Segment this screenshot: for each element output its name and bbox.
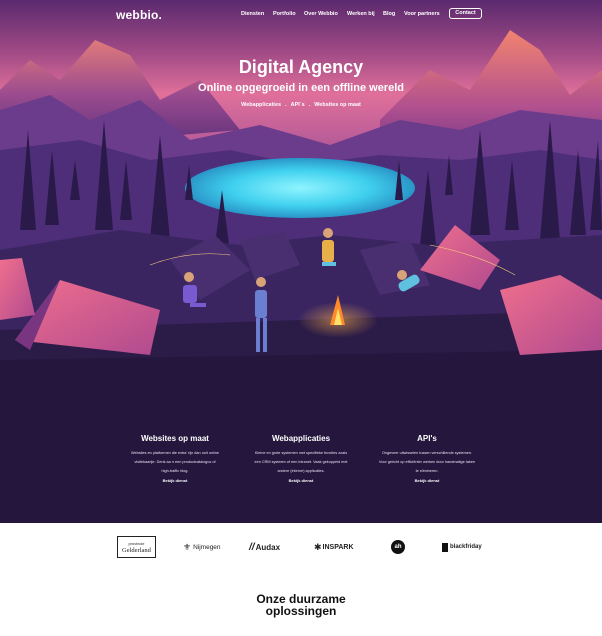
service-text-line: Kleine en grote systemen met specifieke … <box>254 451 348 455</box>
client-logo-inspark: ✱ INSPARK <box>314 536 354 558</box>
service-link[interactable]: Bekijk dienst <box>367 478 487 483</box>
hero-title: Digital Agency <box>238 57 364 77</box>
nav-item-portfolio[interactable]: Portfolio <box>273 11 296 17</box>
service-title: Websites op maat <box>141 434 209 443</box>
service-apis: API's Ongeveer uitwisselen tussen versch… <box>367 434 487 483</box>
hero-subtitle: Online opgegroeid in een offline wereld <box>198 82 404 94</box>
client-logo-text: INSPARK <box>322 543 354 551</box>
service-text-line: te elimineren. <box>415 469 439 473</box>
service-title: Webapplicaties <box>271 434 331 443</box>
service-text-line: Ongeveer uitwisselen tussen verschillend… <box>381 451 473 455</box>
bag-icon <box>442 542 448 552</box>
client-logo-blackfriday: blackfriday <box>442 536 482 558</box>
section-title: Onze duurzame oplossingen <box>0 593 602 617</box>
service-text-line: visitekaartje. Denk aa n een productcata… <box>134 460 216 464</box>
nav-item-diensten[interactable]: Diensten <box>241 11 264 17</box>
nav-item-over-webbio[interactable]: Over Webbio <box>304 11 338 17</box>
section-title-line: oplossingen <box>265 604 337 618</box>
service-text-line: high-traffic blog. <box>161 469 189 473</box>
service-text-line: andere (interne) applicaties. <box>277 469 325 473</box>
client-logo-text: Audax <box>255 542 281 552</box>
client-logo-ah: ah <box>391 536 405 558</box>
hero-link-webapplicaties[interactable]: Webapplicaties <box>241 102 281 108</box>
client-logo-gelderland: provincie Gelderland <box>117 536 156 558</box>
client-logo-text: blackfriday <box>450 544 482 550</box>
client-logo-text: Gelderland <box>122 547 151 554</box>
hero-link-separator: . <box>285 102 287 108</box>
service-link[interactable]: Bekijk dienst <box>115 478 235 483</box>
service-title: API's <box>417 434 437 443</box>
client-logo-text: Nijmegen <box>193 543 221 551</box>
crest-icon: ⚜ <box>183 541 192 552</box>
service-webapplicaties: Webapplicaties Kleine en grote systemen … <box>241 434 361 483</box>
hero-links: Webapplicaties. API´s. Websites op maat <box>0 102 602 108</box>
client-logo-audax: // Audax <box>249 536 280 558</box>
hero-link-websites[interactable]: Websites op maat <box>314 102 361 108</box>
nav-item-blog[interactable]: Blog <box>383 11 395 17</box>
service-link[interactable]: Bekijk dienst <box>241 478 361 483</box>
nav-item-voor-partners[interactable]: Voor partners <box>404 11 440 17</box>
service-text-line: een CRM systeem of een intranet. Vaak ge… <box>254 460 348 464</box>
client-logos: provincie Gelderland ⚜ Nijmegen // Audax… <box>0 536 602 560</box>
contact-button[interactable]: Contact <box>449 8 482 19</box>
star-icon: ✱ <box>314 541 322 552</box>
service-websites-op-maat: Websites op maat Websites en platformen … <box>115 434 235 483</box>
client-logo-text: ah <box>391 540 405 554</box>
client-logo-nijmegen: ⚜ Nijmegen <box>183 536 221 558</box>
top-nav: webbio. Diensten Portfolio Over Webbio W… <box>0 8 602 22</box>
client-logo-text: provincie <box>128 541 145 546</box>
service-text-line: Websites en platformen die extra' rijn d… <box>130 451 220 455</box>
audax-mark-icon: // <box>249 541 255 553</box>
hero-section: webbio. Diensten Portfolio Over Webbio W… <box>0 0 602 523</box>
hero-link-apis[interactable]: API´s <box>291 102 305 108</box>
hero-link-separator: . <box>308 102 311 108</box>
webbio-logo[interactable]: webbio. <box>116 8 162 22</box>
nav-item-werken-bij[interactable]: Werken bij <box>347 11 375 17</box>
service-text-line: Voor gericht op efficiënter werken door … <box>378 460 476 464</box>
